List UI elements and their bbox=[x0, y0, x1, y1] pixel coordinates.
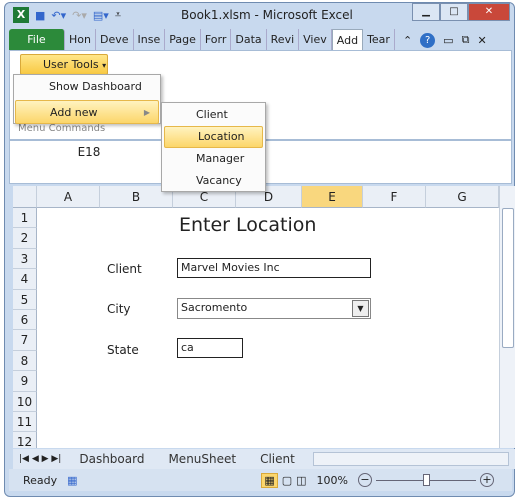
menu-item-vacancy[interactable]: Vacancy bbox=[162, 170, 265, 192]
tab-add-ins[interactable]: Add bbox=[331, 29, 364, 51]
sheet-nav-icon[interactable]: |◀ ◀ ▶ ▶| bbox=[13, 454, 67, 464]
row-header[interactable]: 1 bbox=[13, 208, 37, 229]
add-new-submenu: Client Location Manager Vacancy bbox=[161, 102, 266, 192]
wb-close-icon[interactable]: ✕ bbox=[477, 34, 486, 47]
submenu-arrow-icon: ▶ bbox=[143, 108, 150, 117]
menu-item-manager[interactable]: Manager bbox=[162, 148, 265, 170]
row-header[interactable]: 5 bbox=[13, 289, 37, 310]
row-header[interactable]: 9 bbox=[13, 371, 37, 392]
ribbon-tabs: File Hon Deve Inse Page Forr Data Revi V… bbox=[9, 27, 512, 51]
tab-page-layout[interactable]: Page bbox=[165, 29, 201, 51]
tab-data[interactable]: Data bbox=[231, 29, 267, 51]
window-title: Book1.xlsm - Microsoft Excel bbox=[181, 8, 353, 22]
tab-view[interactable]: Viev bbox=[299, 29, 332, 51]
row-header[interactable]: 12 bbox=[13, 432, 37, 448]
sheet-tab-menusheet[interactable]: MenuSheet bbox=[156, 452, 248, 466]
client-label: Client bbox=[107, 262, 142, 276]
sheet-tab-bar: |◀ ◀ ▶ ▶| Dashboard MenuSheet Client bbox=[13, 449, 515, 469]
row-header[interactable]: 7 bbox=[13, 330, 37, 351]
tab-file[interactable]: File bbox=[9, 29, 65, 51]
sheet-tab-dashboard[interactable]: Dashboard bbox=[67, 452, 156, 466]
page-layout-view-icon[interactable]: ▢ bbox=[282, 474, 292, 487]
tab-home[interactable]: Hon bbox=[65, 29, 96, 51]
column-header-g[interactable]: G bbox=[426, 186, 499, 208]
dropdown-arrow-icon: ▾ bbox=[102, 61, 107, 70]
row-header[interactable]: 11 bbox=[13, 412, 37, 433]
horizontal-scrollbar[interactable] bbox=[312, 452, 509, 466]
zoom-out-icon[interactable]: − bbox=[358, 473, 372, 487]
title-bar: X ■ ↶▾ ↷▾ ▤▾ ⩡ Book1.xlsm - Microsoft Ex… bbox=[5, 3, 516, 29]
save-icon[interactable]: ■ bbox=[35, 9, 45, 22]
select-all-corner[interactable] bbox=[13, 186, 37, 208]
normal-view-icon[interactable]: ▦ bbox=[261, 472, 278, 488]
city-dropdown-icon[interactable]: ▼ bbox=[352, 300, 369, 317]
paste-icon[interactable]: ▤▾ bbox=[93, 9, 109, 22]
macro-record-icon[interactable]: ▦ bbox=[67, 474, 77, 487]
wb-minimize-icon[interactable]: ▭ bbox=[443, 34, 453, 47]
row-header[interactable]: 8 bbox=[13, 350, 37, 372]
row-header[interactable]: 3 bbox=[13, 248, 37, 270]
row-header[interactable]: 2 bbox=[13, 228, 37, 249]
sheet-tab-client[interactable]: Client bbox=[248, 452, 307, 466]
formula-input[interactable] bbox=[280, 143, 495, 183]
help-icon[interactable]: ? bbox=[420, 32, 436, 48]
city-select[interactable]: Sacromento ▼ bbox=[177, 298, 371, 319]
name-box[interactable]: E18 bbox=[14, 143, 164, 161]
vertical-scrollbar[interactable] bbox=[499, 186, 515, 448]
menu-item-show-dashboard[interactable]: Show Dashboard bbox=[14, 75, 160, 99]
maximize-button[interactable]: □ bbox=[440, 3, 468, 21]
excel-icon[interactable]: X bbox=[13, 7, 29, 23]
tab-formulas[interactable]: Forr bbox=[201, 29, 232, 51]
menu-item-client[interactable]: Client bbox=[162, 104, 265, 126]
tab-team[interactable]: Tear bbox=[363, 29, 395, 51]
user-tools-menu: Show Dashboard Add new ▶ bbox=[13, 74, 161, 124]
page-break-view-icon[interactable]: ◫ bbox=[296, 474, 306, 487]
form-heading: Enter Location bbox=[179, 214, 317, 236]
city-label: City bbox=[107, 302, 131, 316]
zoom-level[interactable]: 100% bbox=[317, 474, 348, 487]
status-ready: Ready bbox=[23, 473, 58, 487]
scroll-thumb[interactable] bbox=[502, 208, 514, 348]
tab-developer[interactable]: Deve bbox=[96, 29, 134, 51]
quick-access-toolbar: X ■ ↶▾ ↷▾ ▤▾ ⩡ bbox=[13, 7, 121, 23]
row-header[interactable]: 4 bbox=[13, 269, 37, 290]
tab-review[interactable]: Revi bbox=[267, 29, 300, 51]
column-header-e[interactable]: E bbox=[302, 186, 363, 208]
row-header[interactable]: 6 bbox=[13, 310, 37, 331]
status-bar: Ready ▦ ▦ ▢ ◫ 100% − + bbox=[9, 469, 512, 491]
column-header-a[interactable]: A bbox=[37, 186, 100, 208]
client-input[interactable]: Marvel Movies Inc bbox=[177, 258, 371, 278]
state-input[interactable]: ca bbox=[177, 338, 243, 358]
menu-item-location[interactable]: Location bbox=[164, 126, 263, 148]
customize-qat-icon[interactable]: ⩡ bbox=[115, 8, 121, 22]
state-label: State bbox=[107, 343, 139, 357]
minimize-button[interactable]: ▁ bbox=[412, 3, 440, 21]
row-header[interactable]: 10 bbox=[13, 391, 37, 412]
redo-icon[interactable]: ↷▾ bbox=[72, 9, 87, 22]
zoom-in-icon[interactable]: + bbox=[480, 473, 494, 487]
user-tools-button[interactable]: User Tools ▾ bbox=[20, 54, 108, 75]
zoom-slider[interactable] bbox=[376, 473, 476, 486]
worksheet-grid: A B C D E F G 1 2 3 4 5 6 7 8 9 10 11 12 Enter Loca… bbox=[13, 186, 499, 448]
wb-restore-icon[interactable]: ⧉ bbox=[462, 33, 470, 47]
collapse-ribbon-icon[interactable]: ⌃ bbox=[403, 34, 412, 47]
tab-insert[interactable]: Inse bbox=[134, 29, 166, 51]
undo-icon[interactable]: ↶▾ bbox=[51, 9, 66, 22]
column-header-f[interactable]: F bbox=[363, 186, 426, 208]
menu-item-add-new[interactable]: Add new ▶ bbox=[15, 100, 159, 124]
close-button[interactable]: ✕ bbox=[468, 3, 510, 21]
